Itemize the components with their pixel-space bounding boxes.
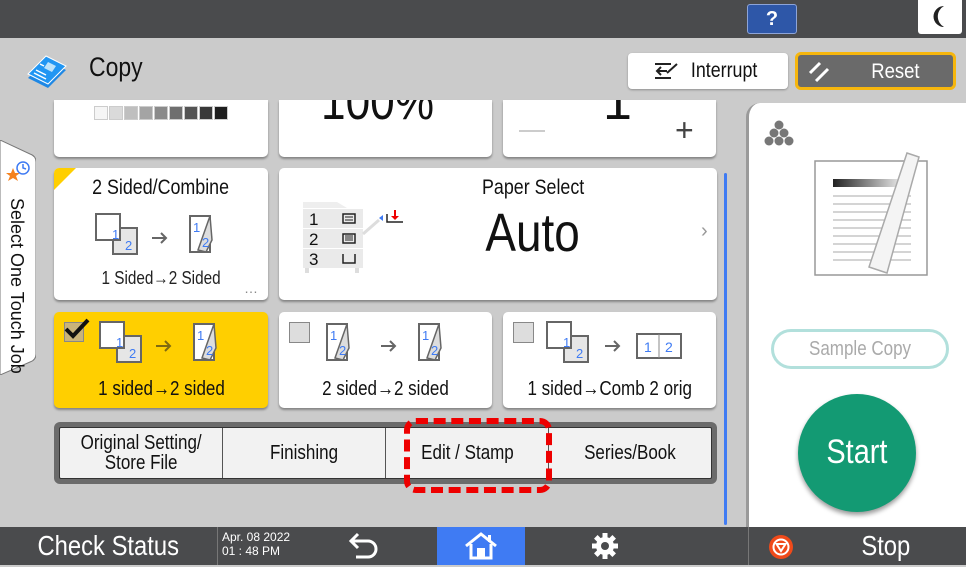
svg-text:2: 2 [576, 346, 583, 361]
svg-text:1: 1 [644, 339, 652, 355]
svg-text:1: 1 [309, 210, 318, 229]
more-icon: … [244, 280, 258, 296]
ratio-tile[interactable]: 100% [279, 100, 492, 157]
date-text: Apr. 08 2022 [222, 530, 291, 544]
density-scale [94, 106, 228, 120]
reset-label: Reset [871, 60, 920, 83]
check-icon [64, 318, 90, 339]
density-level [139, 106, 153, 120]
quantity-tile: 1 + [503, 100, 716, 157]
density-level [169, 106, 183, 120]
preset-1to2-sided[interactable]: 1 2 1 2 1 sided→2 sided [54, 312, 268, 408]
home-icon [465, 532, 497, 560]
stop-icon [769, 535, 793, 559]
density-level [214, 106, 228, 120]
svg-text:2: 2 [206, 343, 213, 358]
preset-label: 1 sided→2 sided [97, 378, 225, 400]
density-level [199, 106, 213, 120]
svg-text:1: 1 [330, 328, 337, 343]
help-button[interactable]: ? [747, 4, 797, 34]
paper-select-value: Auto [485, 203, 581, 263]
home-button[interactable] [437, 527, 525, 565]
svg-text:3: 3 [309, 250, 318, 269]
density-level [124, 106, 138, 120]
settings-button[interactable] [560, 527, 650, 565]
preset-2to2-sided[interactable]: 1 2 1 2 2 sided→2 sided [279, 312, 492, 408]
moon-icon [933, 6, 944, 27]
preset-checkbox[interactable] [513, 322, 534, 343]
stop-label: Stop [861, 530, 911, 561]
density-level [184, 106, 198, 120]
preset-checkbox-checked[interactable] [64, 318, 90, 342]
svg-text:2: 2 [202, 235, 209, 250]
density-level [154, 106, 168, 120]
reset-button[interactable]: Reset [795, 52, 956, 90]
header: Copy Interrupt Reset [0, 38, 966, 100]
ratio-value: 100% [321, 100, 435, 131]
quantity-plus-button[interactable]: + [675, 114, 694, 146]
interrupt-label: Interrupt [690, 59, 758, 82]
check-status-button[interactable]: Check Status [0, 527, 218, 565]
function-tabs: Original Setting/ Store File Finishing E… [54, 422, 717, 484]
two-sided-combine-tile[interactable]: 2 Sided/Combine 1 2 1 2 1 Sided→2 Sided … [54, 168, 268, 300]
preset-label: 2 sided→2 sided [322, 378, 449, 400]
start-button[interactable]: Start [798, 394, 916, 512]
back-arrow-icon [348, 532, 378, 559]
paper-select-tile[interactable]: 1 2 3 Paper Select Auto › [279, 168, 717, 300]
app-title: Copy [89, 52, 143, 82]
svg-text:2: 2 [431, 343, 438, 358]
favorite-clock-icon [6, 161, 30, 181]
reset-icon [808, 61, 830, 83]
one-to-two-sided-icon: 1 2 1 2 [99, 321, 217, 363]
svg-text:2: 2 [665, 339, 673, 355]
preset-checkbox[interactable] [289, 322, 310, 343]
interrupt-icon [654, 63, 678, 79]
svg-text:1: 1 [116, 335, 123, 350]
quantity-minus-button[interactable] [519, 130, 545, 132]
tab-finishing[interactable]: Finishing [223, 428, 386, 478]
back-button[interactable] [320, 527, 404, 565]
chevron-right-icon: › [701, 220, 708, 242]
date-time: Apr. 08 2022 01 : 48 PM [222, 530, 290, 558]
paper-tray-icon: 1 2 3 [303, 202, 403, 273]
paper-select-title: Paper Select [481, 176, 585, 199]
combine-two-originals-icon: 1 2 1 2 [546, 321, 682, 363]
svg-text:1: 1 [563, 335, 570, 350]
two-sided-title: 2 Sided/Combine [92, 176, 230, 199]
gear-icon [592, 533, 618, 559]
one-touch-job-tab[interactable]: Select One Touch Job [0, 140, 36, 375]
preset-label: 1 sided→Comb 2 orig [527, 378, 692, 400]
svg-text:2: 2 [339, 343, 346, 358]
scrollbar[interactable] [724, 173, 727, 525]
top-bar: ? [0, 0, 966, 38]
two-sided-value: 1 Sided→2 Sided [101, 268, 221, 288]
copy-app-icon [27, 55, 67, 88]
svg-text:1: 1 [193, 220, 200, 235]
stop-button[interactable]: Stop [748, 527, 966, 565]
preset-1to-combine-2[interactable]: 1 2 1 2 1 sided→Comb 2 orig [503, 312, 716, 408]
svg-text:1: 1 [112, 227, 119, 242]
density-tile[interactable] [54, 100, 268, 157]
one-to-two-sided-icon: 1 2 1 2 [95, 213, 213, 255]
quantity-value: 1 [603, 100, 632, 131]
svg-text:1: 1 [422, 328, 429, 343]
tab-edit-stamp[interactable]: Edit / Stamp [386, 428, 549, 478]
tab-original-setting[interactable]: Original Setting/ Store File [60, 428, 223, 478]
two-to-two-sided-icon: 1 2 1 2 [326, 323, 442, 361]
time-text: 01 : 48 PM [222, 544, 281, 558]
color-mode-icon [764, 120, 794, 146]
original-preview-icon [814, 152, 928, 276]
bottom-bar: Check Status Apr. 08 2022 01 : 48 PM Sto… [0, 527, 966, 565]
density-level [109, 106, 123, 120]
svg-text:2: 2 [309, 230, 318, 249]
tab-series-book[interactable]: Series/Book [549, 428, 711, 478]
svg-text:2: 2 [125, 238, 132, 253]
one-touch-job-label: Select One Touch Job [7, 198, 27, 374]
svg-text:1: 1 [197, 328, 204, 343]
interrupt-button[interactable]: Interrupt [628, 53, 788, 89]
svg-text:2: 2 [129, 346, 136, 361]
sample-copy-button[interactable]: Sample Copy [771, 329, 949, 369]
density-level [94, 106, 108, 120]
sleep-button[interactable] [918, 0, 962, 34]
